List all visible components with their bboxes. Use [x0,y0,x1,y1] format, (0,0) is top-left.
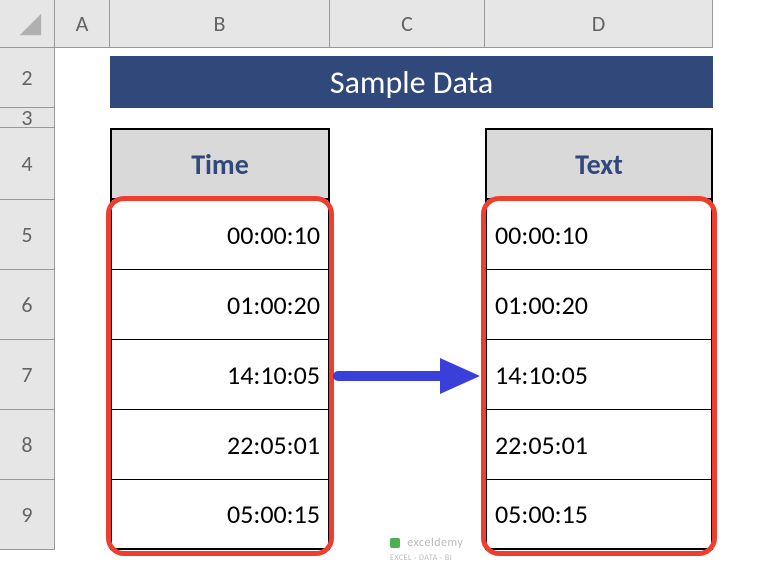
watermark-brand: exceldemy [407,536,463,550]
header-text[interactable]: Text [485,128,713,200]
row-header-6[interactable]: 6 [0,270,55,340]
cell-d7[interactable]: 14:10:05 [485,340,713,410]
row-header-2[interactable]: 2 [0,48,55,108]
watermark: exceldemy EXCEL · DATA · BI [390,536,463,564]
row-header-7[interactable]: 7 [0,340,55,410]
col-header-a[interactable]: A [55,0,110,48]
row-header-4[interactable]: 4 [0,128,55,200]
col-header-c[interactable]: C [330,0,485,48]
title-cell[interactable]: Sample Data [110,56,713,108]
cell-b7[interactable]: 14:10:05 [110,340,330,410]
col-header-d[interactable]: D [485,0,713,48]
cell-b9[interactable]: 05:00:15 [110,480,330,550]
row-header-9[interactable]: 9 [0,480,55,550]
col-header-b[interactable]: B [110,0,330,48]
spreadsheet-view: A B C D 2 3 4 5 6 7 8 9 Sample Data Time… [0,0,767,574]
arrow-icon [330,350,490,402]
watermark-logo-icon [390,538,400,548]
cell-d5[interactable]: 00:00:10 [485,200,713,270]
header-time[interactable]: Time [110,128,330,200]
cell-d9[interactable]: 05:00:15 [485,480,713,550]
cell-d6[interactable]: 01:00:20 [485,270,713,340]
cell-b5[interactable]: 00:00:10 [110,200,330,270]
row-header-3[interactable]: 3 [0,108,55,128]
watermark-tagline: EXCEL · DATA · BI [390,553,452,563]
cell-b8[interactable]: 22:05:01 [110,410,330,480]
cell-d8[interactable]: 22:05:01 [485,410,713,480]
cell-b6[interactable]: 01:00:20 [110,270,330,340]
row-header-8[interactable]: 8 [0,410,55,480]
row-header-5[interactable]: 5 [0,200,55,270]
select-all-corner[interactable] [0,0,55,48]
